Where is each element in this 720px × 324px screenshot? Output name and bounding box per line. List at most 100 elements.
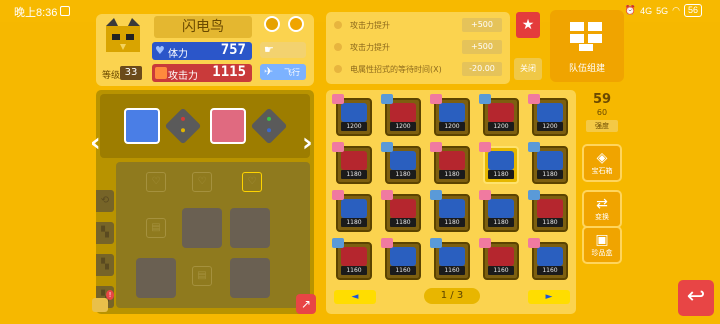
transform-icon: ⇄ (596, 196, 608, 212)
pokemon-card[interactable]: 1200 (479, 94, 519, 136)
pokemon-card[interactable]: 1180 (430, 190, 470, 232)
team-build-label: 队伍组建 (568, 64, 605, 74)
bonus-value: +500 (462, 18, 502, 32)
type-label: 飞行 (284, 68, 300, 77)
pokemon-card[interactable]: 1180 (381, 190, 421, 232)
pokemon-card[interactable]: 1200 (528, 94, 568, 136)
board-side-tab[interactable]: ▚ (96, 254, 114, 276)
pokemon-sprite-icon (439, 199, 465, 218)
pokemon-card-power: 1200 (537, 122, 563, 131)
attack-icon (155, 67, 167, 79)
pokemon-type-tag-icon (528, 238, 540, 248)
pokemon-card[interactable]: 1200 (381, 94, 421, 136)
power-stone-board: ⟲ ▚ ▚ ▚ ♡ ♡ ♡ ▤ ▤ (96, 90, 314, 314)
power-stone-icon[interactable] (136, 258, 176, 298)
pokemon-card-power: 1180 (488, 218, 514, 227)
strength-button[interactable]: 强度 (586, 120, 618, 132)
page-next-button[interactable]: ► (528, 290, 570, 304)
pokemon-name: 闪电鸟 (154, 16, 252, 38)
pokemon-sprite-icon (341, 247, 367, 266)
pokemon-card[interactable]: 1160 (528, 238, 568, 280)
bonus-value: -20.00 (462, 62, 502, 76)
pokemon-card[interactable]: 1180 (479, 142, 519, 184)
pokemon-type-tag-icon (332, 190, 344, 200)
pokemon-card[interactable]: 1180 (528, 142, 568, 184)
grid-slot[interactable]: ♡ (242, 172, 262, 192)
pokemon-card[interactable]: 1180 (479, 190, 519, 232)
power-stone-icon[interactable] (230, 258, 270, 298)
treasure-box-button[interactable]: ▣ 珍品盒 (582, 226, 622, 264)
stone-slot-blue[interactable] (124, 108, 160, 144)
alarm-icon: ⏰ (624, 5, 637, 15)
pokemon-type-tag-icon (332, 142, 344, 152)
bonus-row: 电属性招式的等待时间(X) -20.00 (332, 62, 504, 77)
search-icon[interactable] (288, 16, 304, 32)
pokemon-sprite-icon (537, 103, 563, 122)
pokemon-type-tag-icon (381, 94, 393, 104)
pokemon-sprite-icon (390, 199, 416, 218)
pokemon-card-power: 1160 (390, 266, 416, 275)
pokemon-card[interactable]: 1160 (479, 238, 519, 280)
pokemon-type-tag-icon (479, 238, 491, 248)
pokemon-card[interactable]: 1160 (381, 238, 421, 280)
treasure-box-label: 珍品盒 (591, 249, 613, 257)
close-button[interactable]: 关闭 (514, 58, 542, 80)
pokemon-type-tag-icon (479, 94, 491, 104)
transform-button[interactable]: ⇄ 变换 (582, 190, 622, 228)
previous-pokemon-arrow[interactable]: ‹ (90, 128, 101, 158)
pokemon-card[interactable]: 1160 (332, 238, 372, 280)
pokemon-card-power: 1160 (488, 266, 514, 275)
pokemon-sprite-icon (488, 103, 514, 122)
pokemon-card-power: 1180 (537, 170, 563, 179)
pokemon-avatar-icon (106, 18, 140, 52)
pokemon-type-tag-icon (430, 238, 442, 248)
pokemon-card[interactable]: 1180 (430, 142, 470, 184)
favorite-star-button[interactable]: ★ (516, 12, 540, 38)
pokemon-type-tag-icon (430, 142, 442, 152)
share-button[interactable]: ↗ (296, 294, 316, 314)
board-side-tab[interactable]: ⟲ (96, 190, 114, 212)
pokemon-card[interactable]: 1180 (381, 142, 421, 184)
pokemon-card-power: 1200 (488, 122, 514, 131)
pokemon-sprite-icon (341, 151, 367, 170)
pokemon-type-tag-icon (528, 190, 540, 200)
bonus-label: 攻击力提升 (350, 21, 390, 30)
pokemon-card-power: 1160 (341, 266, 367, 275)
strength-max: 60 (596, 108, 608, 117)
pokemon-card-power: 1180 (390, 170, 416, 179)
pokemon-type-tag-icon (430, 190, 442, 200)
power-stone-icon[interactable] (230, 208, 270, 248)
status-icons: ⏰ 4G 5G ◠ 56 (625, 4, 702, 17)
strength-current: 59 (592, 92, 612, 107)
pokemon-sprite-icon (488, 247, 514, 266)
pc-button[interactable]: ! (92, 290, 114, 314)
bonus-label: 电属性招式的等待时间(X) (350, 65, 442, 74)
board-side-tab[interactable]: ▚ (96, 222, 114, 244)
team-build-button[interactable]: 队伍组建 (550, 10, 624, 82)
bonus-row: 攻击力提升 +500 (332, 18, 504, 33)
move-button[interactable]: ☛ (260, 42, 306, 58)
gem-box-button[interactable]: ◈ 宝石箱 (582, 144, 622, 182)
gem-box-label: 宝石箱 (591, 167, 613, 175)
power-stone-icon[interactable] (182, 208, 222, 248)
wifi-icon: ◠ (672, 5, 680, 15)
return-button[interactable]: ↩ (678, 280, 714, 316)
grid-slot[interactable]: ♡ (146, 172, 166, 192)
pokemon-card[interactable]: 1160 (430, 238, 470, 280)
pokemon-card[interactable]: 1180 (332, 142, 372, 184)
empty-socket-icon[interactable] (164, 107, 202, 145)
pokemon-card-power: 1160 (537, 266, 563, 275)
page-prev-button[interactable]: ◄ (334, 290, 376, 304)
grid-slot[interactable]: ♡ (192, 172, 212, 192)
grid-slot[interactable]: ▤ (146, 218, 166, 238)
pokemon-card[interactable]: 1200 (430, 94, 470, 136)
empty-socket-icon[interactable] (250, 107, 288, 145)
pokemon-card[interactable]: 1200 (332, 94, 372, 136)
grid-slot[interactable]: ▤ (192, 266, 212, 286)
next-pokemon-arrow[interactable]: › (302, 128, 313, 158)
pokemon-card[interactable]: 1180 (528, 190, 568, 232)
pokemon-card[interactable]: 1180 (332, 190, 372, 232)
treasure-box-icon: ▣ (595, 232, 609, 248)
stone-slot-pink[interactable] (210, 108, 246, 144)
pokemon-sprite-icon (341, 199, 367, 218)
